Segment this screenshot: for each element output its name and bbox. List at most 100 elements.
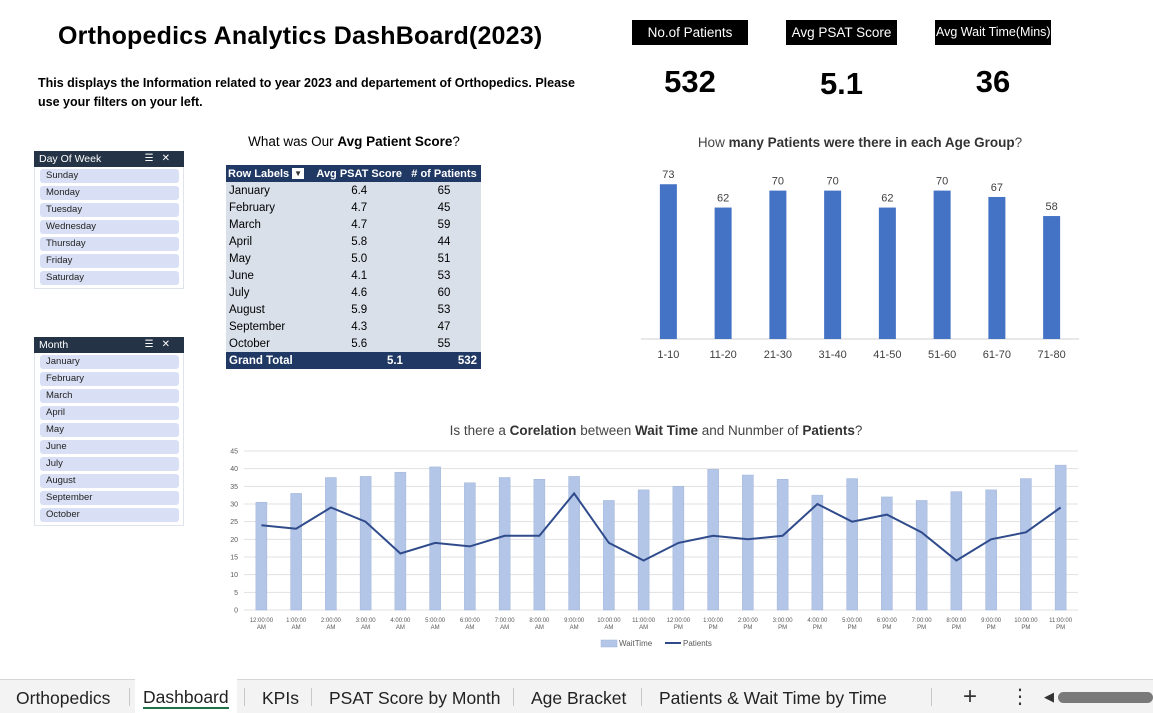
slicer-item-wednesday[interactable]: Wednesday (40, 220, 179, 234)
pivot-cell-month: June (226, 267, 312, 284)
multi-select-icon[interactable]: ☰ (145, 339, 162, 350)
slicer-item-monday[interactable]: Monday (40, 186, 179, 200)
x-tick-label: 8:00:00 PM (946, 618, 967, 631)
wait-time-bar (776, 479, 789, 611)
age-bar (878, 207, 896, 339)
kpi-patients-value: 532 (664, 64, 716, 99)
slicer-item-march[interactable]: March (40, 389, 179, 403)
x-tick-label: 6:00:00 PM (877, 618, 898, 631)
clear-filter-icon[interactable]: ✕ (162, 339, 178, 350)
slicer-item-tuesday[interactable]: Tuesday (40, 203, 179, 217)
x-tick-label: 1:00:00 PM (703, 618, 724, 631)
slicer-item-january[interactable]: January (40, 355, 179, 369)
slicer-item-sunday[interactable]: Sunday (40, 169, 179, 183)
age-x-tick-label: 61-70 (983, 349, 1011, 361)
age-bar (988, 196, 1006, 339)
age-bar-data-label: 70 (772, 176, 784, 188)
add-sheet-button[interactable]: + (955, 680, 985, 713)
wait-time-bar (1020, 478, 1032, 611)
age-group-chart: 73 1-10 62 11-20 70 21-30 70 31-40 62 41-50 70 51-6… (641, 169, 1079, 361)
x-tick-label: 3:00:00 PM (773, 618, 794, 631)
more-options-icon[interactable]: ⋮ (1008, 680, 1032, 713)
slicer-day-of-week-items: Sunday Monday Tuesday Wednesday Thursday… (34, 167, 184, 289)
slicer-item-october[interactable]: October (40, 508, 179, 522)
slicer-item-thursday[interactable]: Thursday (40, 237, 179, 251)
age-bar-data-label: 70 (936, 176, 948, 188)
tab-patients-wait-time-by-time[interactable]: Patients & Wait Time by Time (659, 680, 887, 713)
clear-filter-icon[interactable]: ✕ (162, 153, 178, 164)
wait-time-bar (603, 500, 615, 611)
slicer-item-april[interactable]: April (40, 406, 179, 420)
y-tick-label: 40 (230, 466, 238, 473)
x-tick-label: 7:00:00 PM (912, 618, 933, 631)
pivot-header-row-labels[interactable]: Row Labels ▼ (226, 165, 312, 182)
y-tick-label: 20 (230, 537, 238, 544)
table-row: August 5.9 53 (226, 301, 481, 318)
pivot-cell-psat: 4.6 (311, 284, 407, 301)
wait-time-bar (290, 493, 302, 611)
pivot-cell-month: October (226, 335, 312, 352)
x-tick-label: 9:00:00 PM (981, 618, 1002, 631)
pivot-cell-month: February (226, 199, 312, 216)
x-tick-label: 4:00:00 PM (807, 618, 828, 631)
tab-kpis[interactable]: KPIs (262, 680, 299, 713)
pivot-cell-psat: 5.9 (311, 301, 407, 318)
age-bar (824, 190, 842, 339)
pivot-total-psat: 5.1 (311, 352, 407, 369)
table-row: February 4.7 45 (226, 199, 481, 216)
pivot-cell-psat: 5.8 (311, 233, 407, 250)
x-tick-label: 10:00:00 AM (597, 618, 621, 631)
filter-dropdown-icon[interactable]: ▼ (292, 168, 305, 180)
pivot-title: What was Our Avg Patient Score? (248, 134, 460, 149)
age-x-tick-label: 31-40 (819, 349, 847, 361)
age-bar-data-label: 58 (1046, 201, 1058, 213)
x-tick-label: 6:00:00 AM (460, 618, 481, 631)
multi-select-icon[interactable]: ☰ (145, 153, 162, 164)
pivot-cell-patients: 53 (406, 267, 481, 284)
x-tick-label: 11:00:00 PM (1049, 618, 1073, 631)
pivot-grand-total-row: Grand Total 5.1 532 (226, 352, 481, 369)
x-tick-label: 1:00:00 AM (286, 618, 307, 631)
tab-dashboard[interactable]: Dashboard (135, 679, 237, 713)
age-x-tick-label: 51-60 (928, 349, 956, 361)
slicer-item-may[interactable]: May (40, 423, 179, 437)
y-tick-label: 45 (230, 449, 238, 456)
age-bar-data-label: 62 (717, 193, 729, 205)
pivot-cell-month: July (226, 284, 312, 301)
pivot-cell-patients: 47 (406, 318, 481, 335)
x-tick-label: 3:00:00 AM (356, 618, 377, 631)
tab-orthopedics[interactable]: Orthopedics (16, 680, 110, 713)
slicer-item-july[interactable]: July (40, 457, 179, 471)
pivot-cell-month: May (226, 250, 312, 267)
wait-time-bar (394, 471, 407, 611)
tab-psat-score-by-month[interactable]: PSAT Score by Month (329, 680, 501, 713)
slicer-item-august[interactable]: August (40, 474, 179, 488)
slicer-item-saturday[interactable]: Saturday (40, 271, 179, 285)
table-row: September 4.3 47 (226, 318, 481, 335)
wait-time-bar (742, 474, 754, 611)
scroll-left-icon[interactable]: ◀ (1040, 680, 1058, 713)
age-x-tick-label: 71-80 (1038, 349, 1066, 361)
slicer-day-of-week: Day Of Week ☰✕ Sunday Monday Tuesday Wed… (34, 151, 184, 289)
pivot-cell-patients: 59 (406, 216, 481, 233)
tab-age-bracket[interactable]: Age Bracket (531, 680, 626, 713)
pivot-cell-patients: 44 (406, 233, 481, 250)
age-bar-data-label: 70 (827, 176, 839, 188)
slicer-item-june[interactable]: June (40, 440, 179, 454)
wait-time-bar (811, 494, 824, 611)
pivot-cell-month: January (226, 182, 312, 199)
pivot-cell-month: April (226, 233, 312, 250)
x-tick-label: 5:00:00 PM (842, 618, 863, 631)
slicer-item-february[interactable]: February (40, 372, 179, 386)
horizontal-scrollbar[interactable] (1058, 692, 1153, 703)
pivot-cell-patients: 60 (406, 284, 481, 301)
slicer-item-friday[interactable]: Friday (40, 254, 179, 268)
age-bar (714, 207, 732, 339)
kpi-psat-label: Avg PSAT Score (786, 20, 897, 45)
table-row: March 4.7 59 (226, 216, 481, 233)
patients-line (261, 491, 1062, 562)
slicer-item-september[interactable]: September (40, 491, 179, 505)
age-x-tick-label: 1-10 (657, 349, 679, 361)
pivot-header-patients: # of Patients (406, 165, 481, 182)
pivot-cell-patients: 65 (406, 182, 481, 199)
